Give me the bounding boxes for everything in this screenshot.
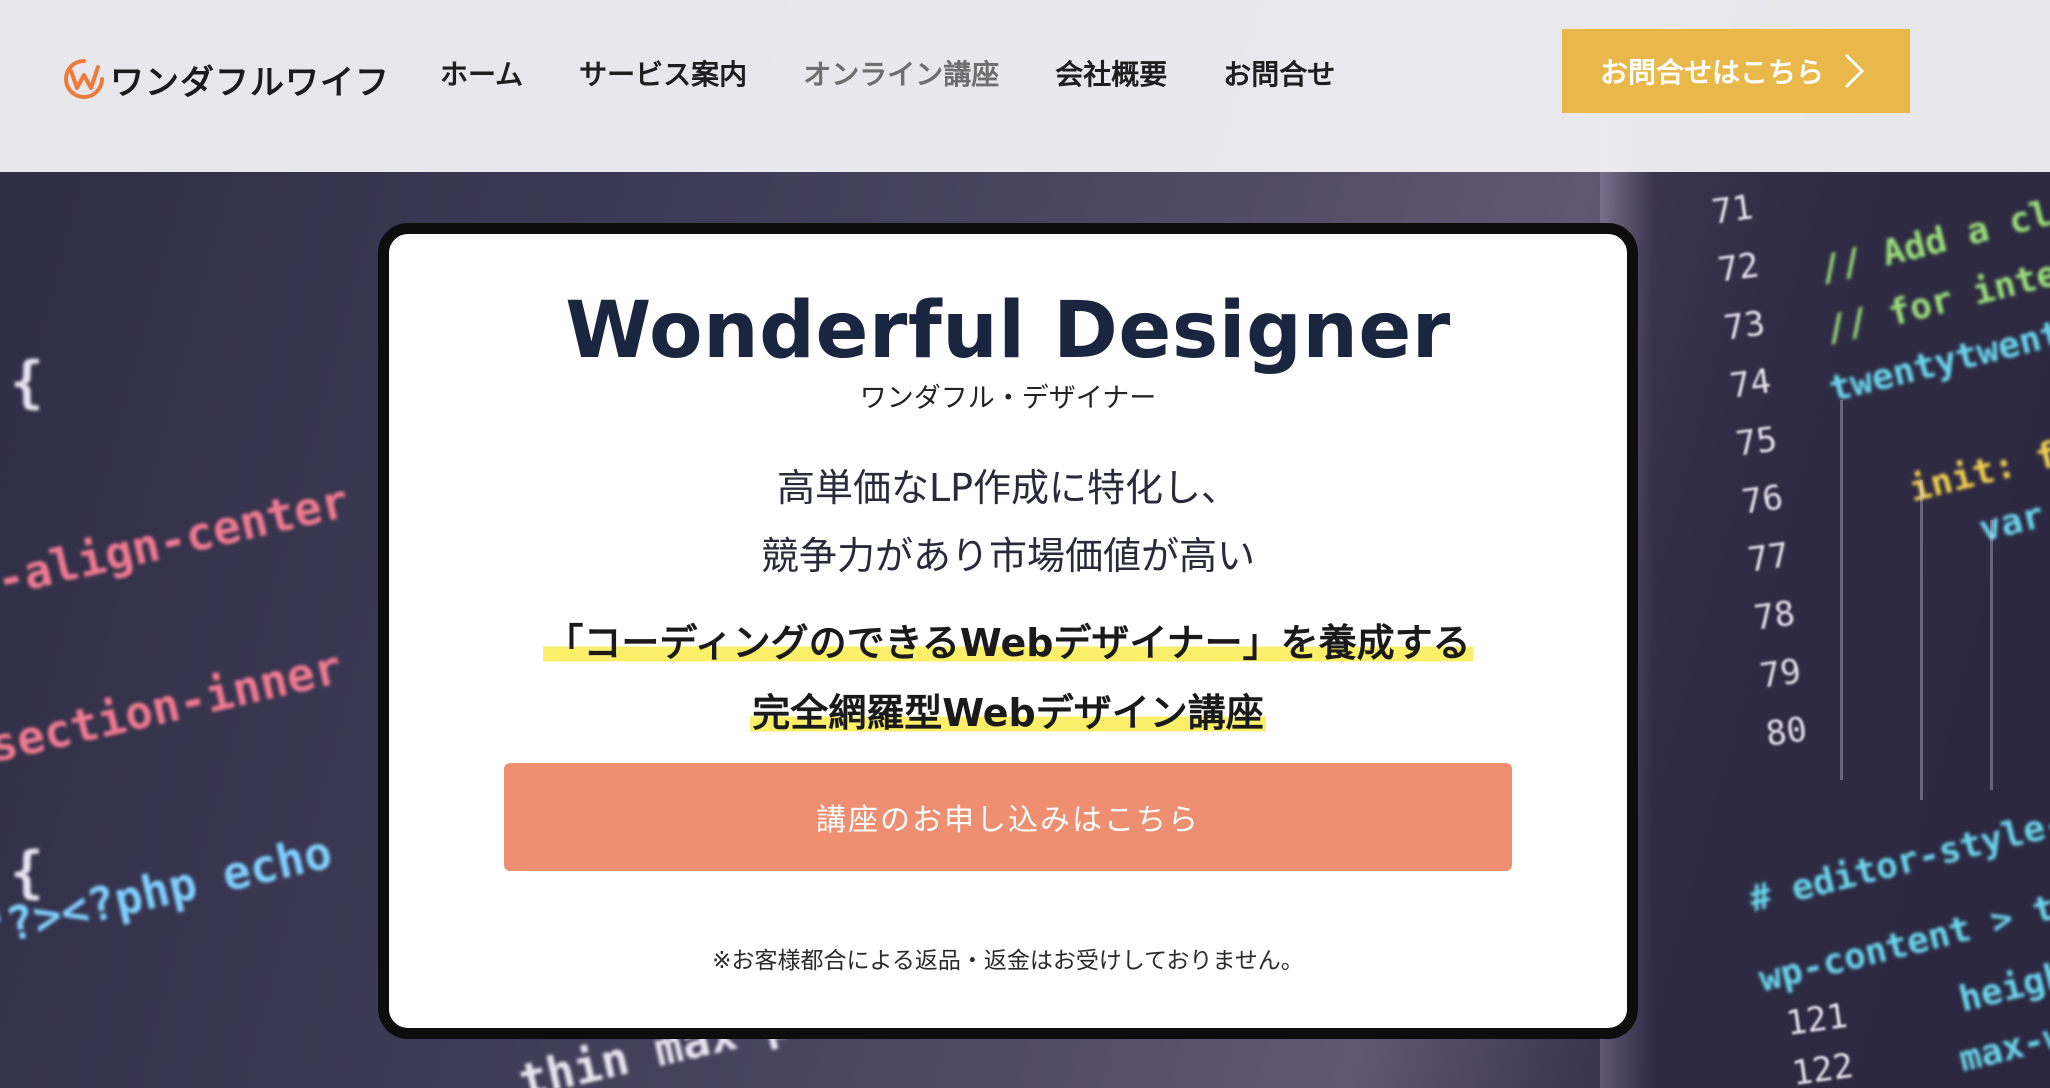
bg-code-line: section-inner: [0, 639, 347, 774]
lead-line: 高単価なLP作成に特化し、: [776, 466, 1240, 510]
course-title: Wonderful Designer: [565, 286, 1451, 376]
bg-code-line: height: [1955, 949, 2050, 1021]
contact-cta-label: お問合せはこちら: [1600, 56, 1825, 89]
nav-item-home[interactable]: ホーム: [440, 52, 551, 98]
bg-code-brace: {: [10, 350, 44, 415]
bg-line-number: 73: [1721, 303, 1768, 349]
bg-indent-guide: [1920, 480, 1923, 800]
chevron-right-icon: [1832, 51, 1872, 91]
bg-line-number: 121: [1783, 995, 1850, 1045]
nav-item-services[interactable]: サービス案内: [551, 52, 775, 98]
apply-course-button[interactable]: 講座のお申し込みはこちら: [504, 763, 1512, 871]
bg-code-brace: {: [10, 840, 44, 905]
bg-line-number: 77: [1745, 535, 1792, 581]
contact-cta-button[interactable]: お問合せはこちら: [1562, 29, 1910, 113]
bg-code-line: max-w: [1955, 1014, 2050, 1081]
lead-text: 高単価なLP作成に特化し、 競争力があり市場価値が高い: [389, 454, 1627, 590]
lead-line: 競争力があり市場価値が高い: [760, 534, 1255, 578]
bg-line-number: 75: [1733, 419, 1780, 465]
highlight-line: 「コーディングのできるWebデザイナー」を養成する: [543, 621, 1473, 665]
bg-line-number: 71: [1709, 187, 1756, 233]
bg-line-number: 79: [1757, 651, 1804, 697]
bg-indent-guide: [1840, 400, 1843, 780]
bg-line-number: 72: [1715, 245, 1762, 291]
bg-line-number: 78: [1751, 593, 1798, 639]
nav-item-online-course[interactable]: オンライン講座: [775, 52, 1027, 98]
hero-card: Wonderful Designer ワンダフル・デザイナー 高単価なLP作成に…: [378, 223, 1638, 1039]
bg-code-line: "?><?php echo: [0, 824, 337, 959]
course-title-kana: ワンダフル・デザイナー: [859, 383, 1157, 414]
w-circle-logo-icon: [62, 57, 106, 101]
bg-indent-guide: [1990, 520, 1993, 790]
main-nav: ホーム サービス案内 オンライン講座 会社概要 お問合せ: [440, 52, 1363, 98]
bg-code-line: var: [1975, 494, 2049, 551]
highlight-text: 「コーディングのできるWebデザイナー」を養成する 完全網羅型Webデザイン講座: [389, 608, 1627, 748]
bg-line-number: 76: [1739, 477, 1786, 523]
bg-line-number: 74: [1727, 361, 1774, 407]
nav-item-company[interactable]: 会社概要: [1027, 52, 1195, 98]
refund-notice: ※お客様都合による返品・返金はお受けしておりません。: [712, 948, 1304, 974]
bg-line-number: 80: [1763, 709, 1810, 755]
bg-line-number: 122: [1789, 1045, 1856, 1088]
site-header: ワンダフルワイフ ホーム サービス案内 オンライン講座 会社概要 お問合せ お問…: [0, 0, 2050, 172]
nav-item-contact[interactable]: お問合せ: [1195, 52, 1363, 98]
site-logo[interactable]: ワンダフルワイフ: [62, 54, 390, 104]
bg-code-line: t-align-center: [0, 473, 354, 614]
logo-text: ワンダフルワイフ: [110, 62, 390, 103]
highlight-line: 完全網羅型Webデザイン講座: [750, 691, 1266, 735]
